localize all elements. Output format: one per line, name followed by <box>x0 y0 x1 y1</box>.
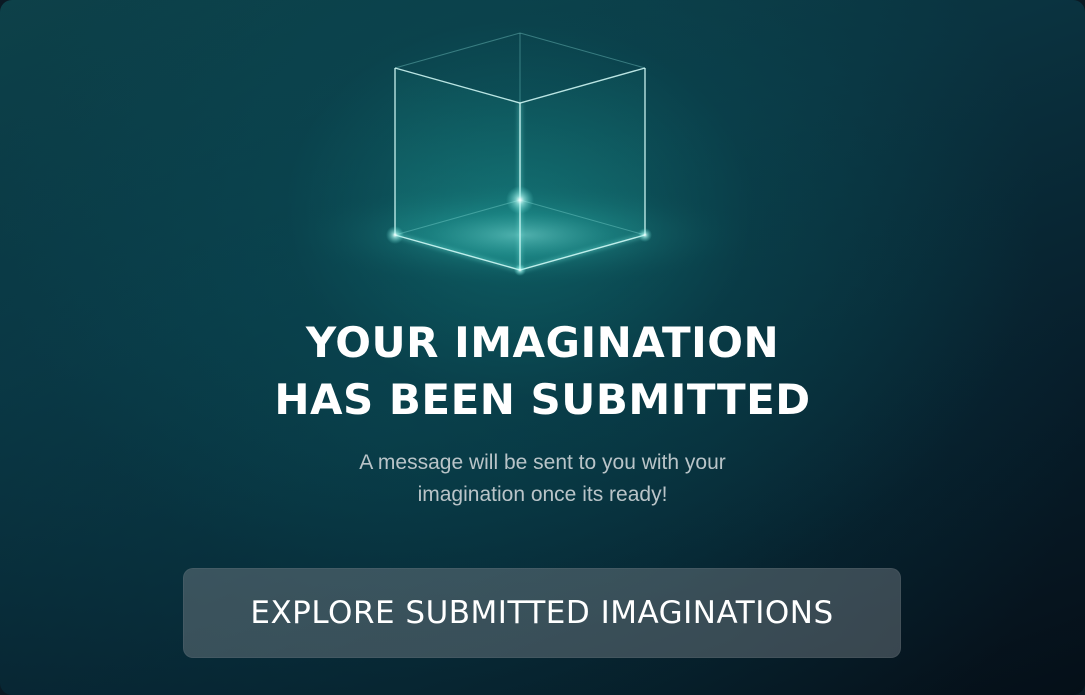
confirmation-title-line1: YOUR IMAGINATION <box>305 318 780 367</box>
glowing-cube-icon <box>290 32 750 290</box>
submission-confirmation-card: YOUR IMAGINATION HAS BEEN SUBMITTED A me… <box>0 0 1085 695</box>
explore-submitted-imaginations-button[interactable]: EXPLORE SUBMITTED IMAGINATIONS <box>183 568 901 658</box>
confirmation-title-line2: HAS BEEN SUBMITTED <box>274 375 811 424</box>
confirmation-message-line1: A message will be sent to you with your <box>359 451 726 474</box>
confirmation-message-line2: imagination once its ready! <box>417 483 668 506</box>
explore-button-label: EXPLORE SUBMITTED IMAGINATIONS <box>250 595 834 631</box>
cube-illustration <box>0 0 1085 300</box>
